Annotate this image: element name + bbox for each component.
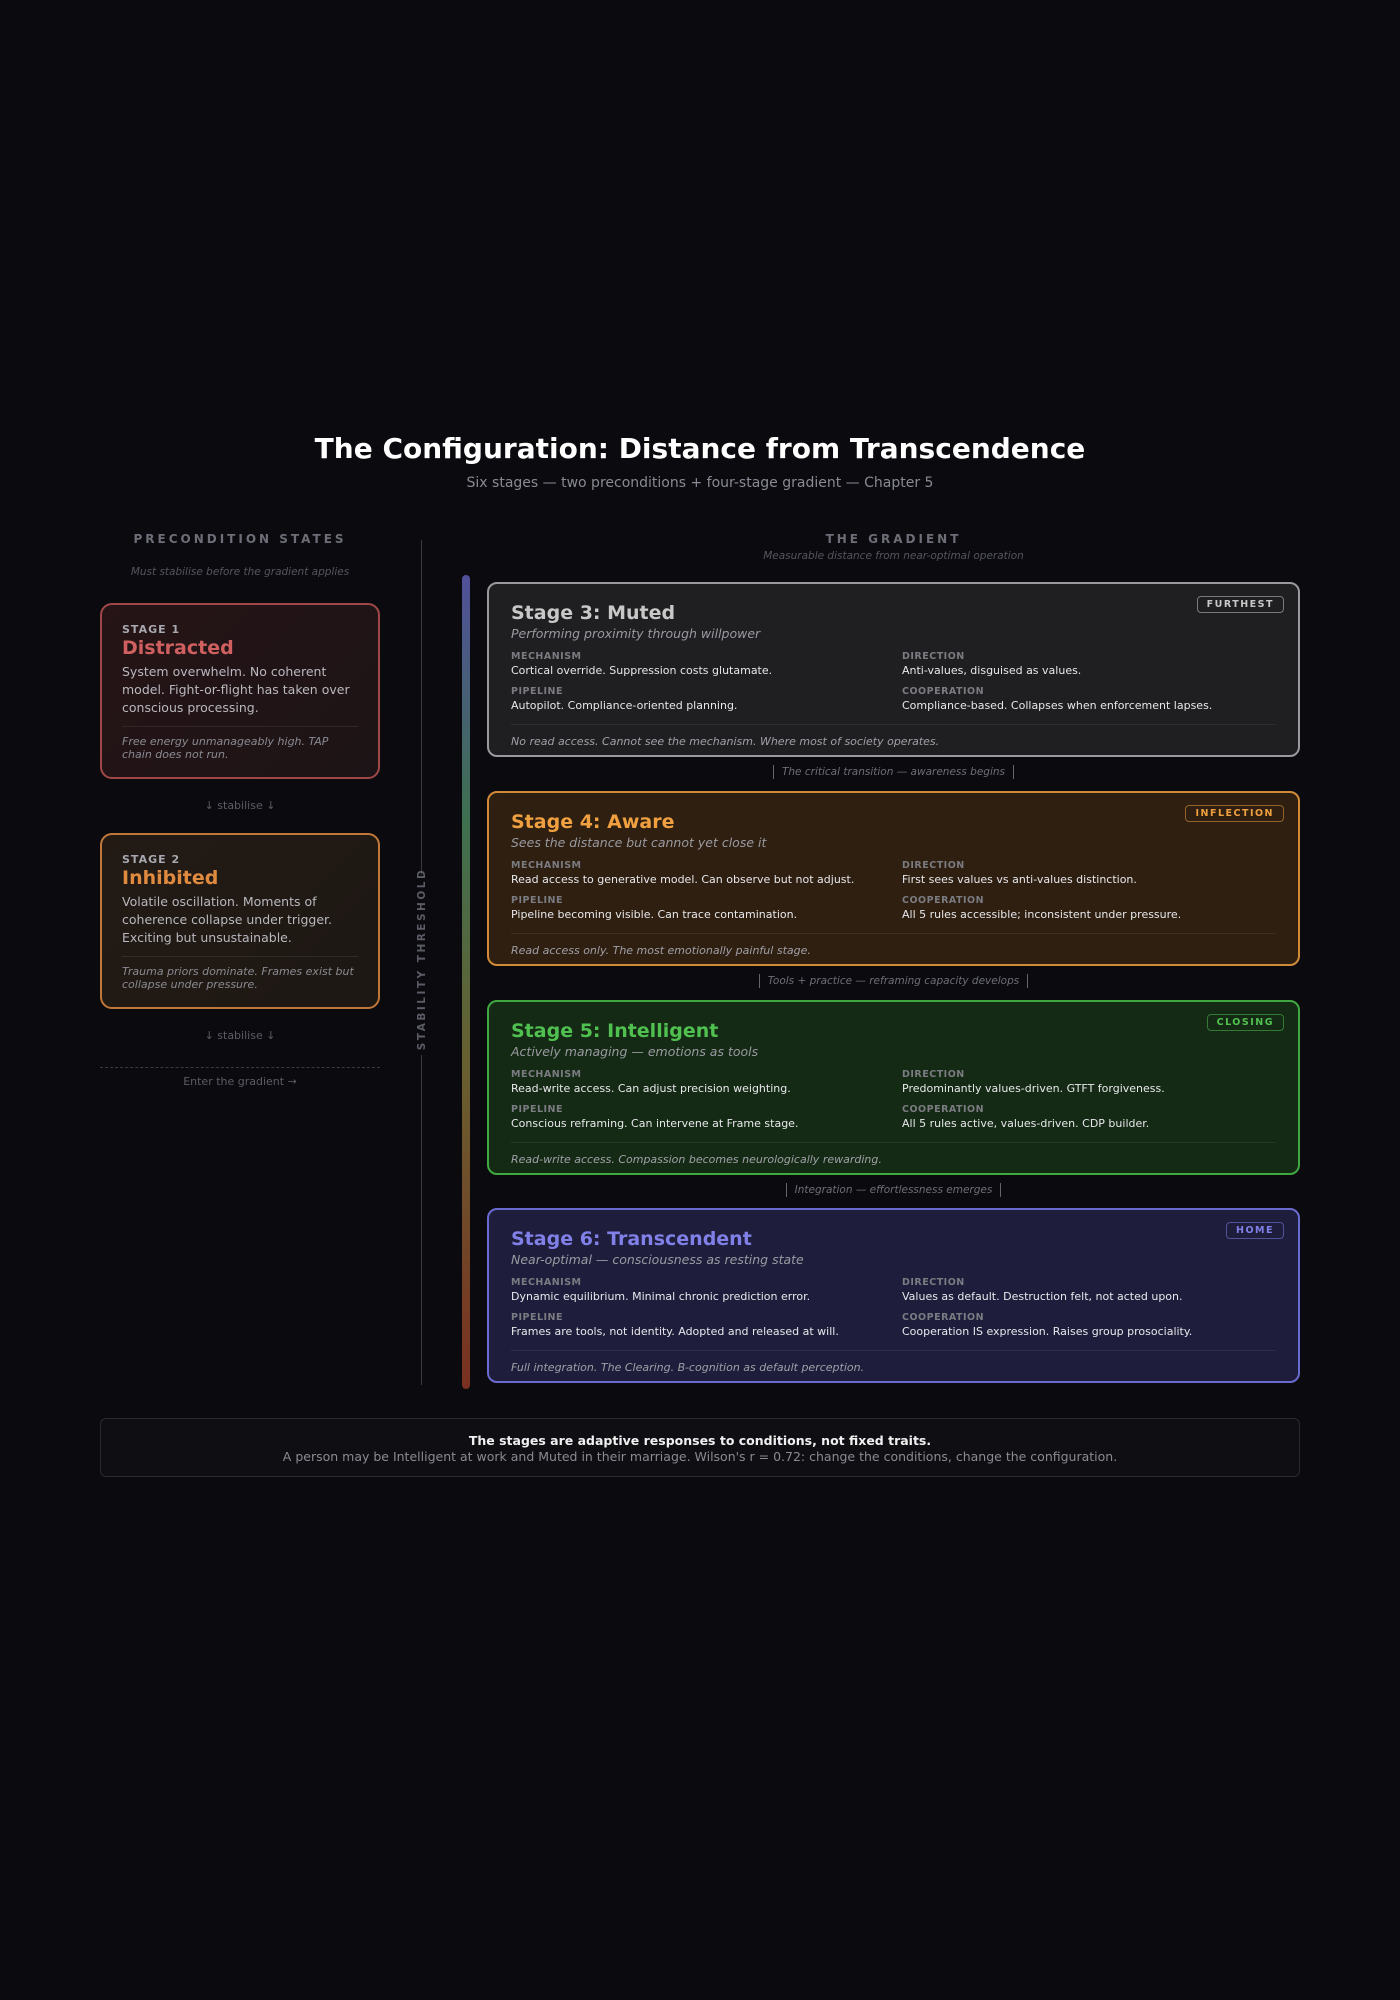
stage-subtitle: Near-optimal — consciousness as resting … (511, 1252, 804, 1267)
stage-name: Stage 3: Muted (511, 602, 676, 624)
mechanism-value: Read access to generative model. Can obs… (511, 873, 855, 886)
direction-label: DIRECTION (902, 651, 965, 662)
direction-label: DIRECTION (902, 1277, 965, 1288)
threshold-line (421, 1055, 422, 1385)
stage-note: Read-write access. Compassion becomes ne… (511, 1142, 1276, 1166)
transition-label: The critical transition — awareness begi… (487, 765, 1300, 779)
stage-badge: CLOSING (1206, 1014, 1284, 1031)
enter-gradient-label: Enter the gradient → (183, 1075, 297, 1088)
gradient-heading: THE GRADIENT (825, 532, 962, 546)
cooperation-label: COOPERATION (902, 686, 985, 697)
mechanism-value: Read-write access. Can adjust precision … (511, 1082, 791, 1095)
stage-subtitle: Sees the distance but cannot yet close i… (511, 835, 767, 850)
gradient-bar (462, 575, 470, 1389)
stage-note: No read access. Cannot see the mechanism… (511, 724, 1276, 748)
direction-label: DIRECTION (902, 860, 965, 871)
stage-2-card: STAGE 2 Inhibited Volatile oscillation. … (100, 833, 380, 1009)
pipeline-value: Frames are tools, not identity. Adopted … (511, 1325, 839, 1338)
mechanism-value: Dynamic equilibrium. Minimal chronic pre… (511, 1290, 811, 1303)
stage-badge: HOME (1226, 1222, 1284, 1239)
stage-intelligent-card: CLOSING Stage 5: Intelligent Actively ma… (487, 1000, 1300, 1175)
stage-note: Free energy unmanageably high. TAP chain… (122, 726, 358, 761)
pipeline-label: PIPELINE (511, 686, 563, 697)
pipeline-value: Pipeline becoming visible. Can trace con… (511, 908, 798, 921)
direction-value: Anti-values, disguised as values. (902, 664, 1082, 677)
direction-value: First sees values vs anti-values distinc… (902, 873, 1137, 886)
transition-label: Tools + practice — reframing capacity de… (487, 974, 1300, 988)
pipeline-label: PIPELINE (511, 895, 563, 906)
stage-description: Volatile oscillation. Moments of coheren… (122, 894, 333, 945)
stabilise-arrow: ↓ stabilise ↓ (204, 1029, 276, 1042)
stage-tag: STAGE 1 (122, 623, 181, 636)
cooperation-value: All 5 rules accessible; inconsistent und… (902, 908, 1182, 921)
transition-text: Integration — effortlessness emerges (785, 1183, 1002, 1197)
cooperation-value: Compliance-based. Collapses when enforce… (902, 699, 1213, 712)
direction-label: DIRECTION (902, 1069, 965, 1080)
mechanism-label: MECHANISM (511, 860, 582, 871)
pipeline-value: Conscious reframing. Can intervene at Fr… (511, 1117, 799, 1130)
cooperation-label: COOPERATION (902, 895, 985, 906)
transition-text: Tools + practice — reframing capacity de… (758, 974, 1029, 988)
stage-note: Full integration. The Clearing. B-cognit… (511, 1350, 1276, 1374)
mechanism-value: Cortical override. Suppression costs glu… (511, 664, 773, 677)
stage-name: Stage 6: Transcendent (511, 1228, 752, 1250)
page-title: The Configuration: Distance from Transce… (314, 432, 1086, 465)
cooperation-label: COOPERATION (902, 1104, 985, 1115)
stage-subtitle: Actively managing — emotions as tools (511, 1044, 759, 1059)
stage-badge: INFLECTION (1185, 805, 1284, 822)
mechanism-label: MECHANISM (511, 1069, 582, 1080)
direction-value: Values as default. Destruction felt, not… (902, 1290, 1183, 1303)
cooperation-label: COOPERATION (902, 1312, 985, 1323)
stage-muted-card: FURTHEST Stage 3: Muted Performing proxi… (487, 582, 1300, 757)
stage-aware-card: INFLECTION Stage 4: Aware Sees the dista… (487, 791, 1300, 966)
gradient-subheading: Measurable distance from near-optimal op… (763, 550, 1024, 562)
pipeline-label: PIPELINE (511, 1104, 563, 1115)
mechanism-label: MECHANISM (511, 1277, 582, 1288)
cooperation-value: Cooperation IS expression. Raises group … (902, 1325, 1193, 1338)
page-subtitle: Six stages — two preconditions + four-st… (466, 475, 934, 491)
stage-subtitle: Performing proximity through willpower (511, 626, 761, 641)
stage-tag: STAGE 2 (122, 853, 181, 866)
stage-note: Read access only. The most emotionally p… (511, 933, 1276, 957)
stabilise-arrow: ↓ stabilise ↓ (204, 799, 276, 812)
precondition-subheading: Must stabilise before the gradient appli… (130, 566, 350, 578)
stage-description: System overwhelm. No coherent model. Fig… (122, 664, 350, 715)
stability-threshold-label: STABILITY THRESHOLD (416, 867, 428, 1051)
direction-value: Predominantly values-driven. GTFT forgiv… (902, 1082, 1165, 1095)
precondition-heading: PRECONDITION STATES (133, 532, 347, 546)
footer-text: A person may be Intelligent at work and … (282, 1449, 1118, 1464)
stage-name: Stage 5: Intelligent (511, 1020, 719, 1042)
stage-badge: FURTHEST (1196, 596, 1284, 613)
stage-name: Stage 4: Aware (511, 811, 675, 833)
stage-name: Inhibited (122, 867, 219, 889)
footer-note: The stages are adaptive responses to con… (100, 1418, 1300, 1477)
pipeline-label: PIPELINE (511, 1312, 563, 1323)
footer-bold: The stages are adaptive responses to con… (468, 1433, 932, 1448)
mechanism-label: MECHANISM (511, 651, 582, 662)
cooperation-value: All 5 rules active, values-driven. CDP b… (902, 1117, 1150, 1130)
pipeline-value: Autopilot. Compliance-oriented planning. (511, 699, 738, 712)
stage-name: Distracted (122, 637, 234, 659)
transition-text: The critical transition — awareness begi… (772, 765, 1015, 779)
threshold-line (421, 540, 422, 875)
stage-transcendent-card: HOME Stage 6: Transcendent Near-optimal … (487, 1208, 1300, 1383)
divider (100, 1067, 380, 1068)
stage-note: Trauma priors dominate. Frames exist but… (122, 956, 358, 991)
transition-label: Integration — effortlessness emerges (487, 1183, 1300, 1197)
stage-1-card: STAGE 1 Distracted System overwhelm. No … (100, 603, 380, 779)
